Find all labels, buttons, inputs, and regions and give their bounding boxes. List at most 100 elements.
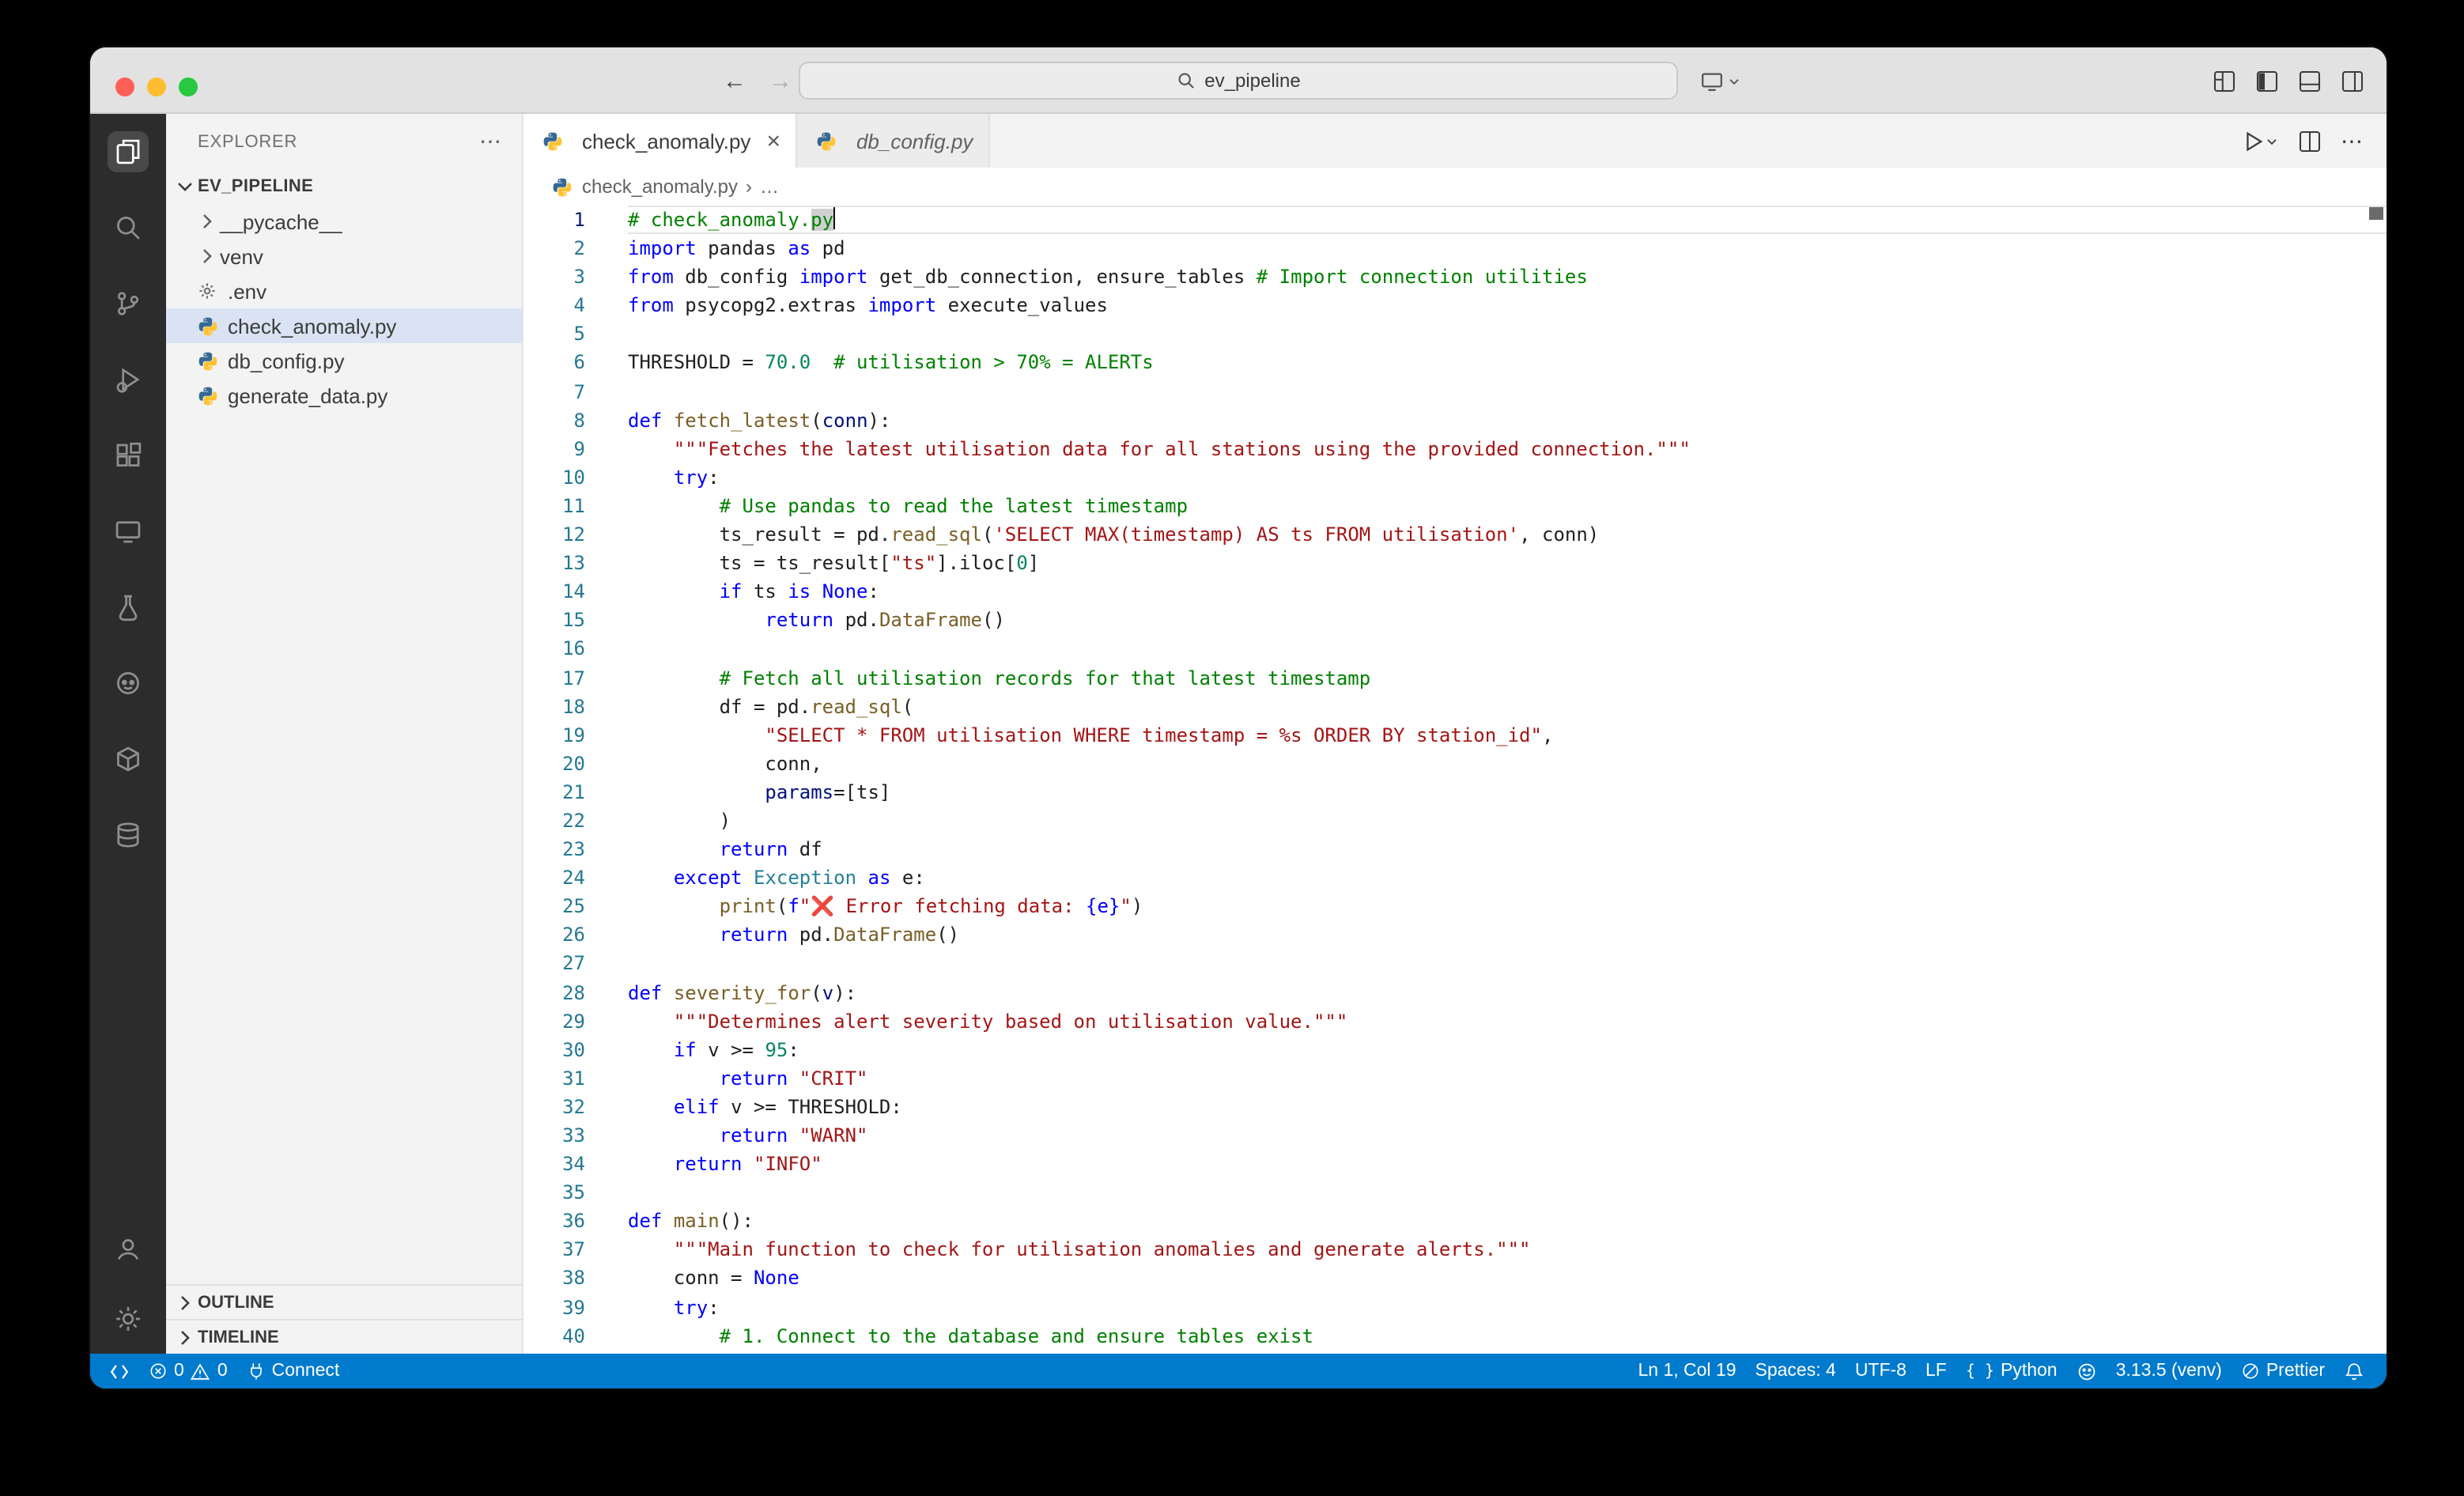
code-line[interactable]: from psycopg2.extras import execute_valu…	[628, 292, 2387, 320]
code-line[interactable]: return df	[628, 835, 2387, 863]
code-line[interactable]: )	[628, 807, 2387, 835]
code-line[interactable]: from db_config import get_db_connection,…	[628, 263, 2387, 291]
code-editor[interactable]: 1 2 3 4 5 6 7 8 9 10 11 12 13 14 15 16 17 18 19 20 21 22 23 24 2…	[523, 206, 2387, 1354]
code-line[interactable]: # Use pandas to read the latest timestam…	[628, 492, 2387, 520]
encoding-setting[interactable]: UTF-8	[1846, 1354, 1916, 1388]
code-line[interactable]: return "WARN"	[628, 1121, 2387, 1150]
code-line[interactable]: # Fetch all utilisation records for that…	[628, 663, 2387, 692]
code-line[interactable]	[628, 377, 2387, 406]
activity-copilot[interactable]	[90, 645, 166, 721]
code-line[interactable]: """Fetches the latest utilisation data f…	[628, 435, 2387, 463]
code-line[interactable]: def main():	[628, 1207, 2387, 1236]
code-line[interactable]: conn,	[628, 750, 2387, 778]
code-line[interactable]	[628, 950, 2387, 978]
code-line[interactable]: try:	[628, 463, 2387, 492]
account-menu[interactable]	[90, 1215, 166, 1284]
minimize-button[interactable]	[147, 77, 166, 96]
code-line[interactable]: "SELECT * FROM utilisation WHERE timesta…	[628, 720, 2387, 749]
code-line[interactable]: THRESHOLD = 70.0 # utilisation > 70% = A…	[628, 349, 2387, 377]
explorer-root-folder[interactable]: EV_PIPELINE	[166, 169, 522, 204]
tree-item--pycache-[interactable]: __pycache__	[166, 204, 522, 239]
tree-item--env[interactable]: .env	[166, 274, 522, 308]
language-mode[interactable]: { } Python	[1956, 1354, 2067, 1388]
code-line[interactable]: def severity_for(v):	[628, 978, 2387, 1007]
cursor-position[interactable]: Ln 1, Col 19	[1628, 1354, 1745, 1388]
toggle-secondary-sidebar-icon[interactable]	[2341, 69, 2364, 93]
remote-window-control[interactable]	[1700, 62, 1741, 100]
eol-setting[interactable]: LF	[1916, 1354, 1956, 1388]
run-python-file-button[interactable]	[2241, 129, 2279, 153]
activity-run-debug[interactable]	[90, 342, 166, 417]
settings-menu[interactable]	[90, 1284, 166, 1354]
activity-testing[interactable]	[90, 569, 166, 645]
tree-item-generate-data-py[interactable]: generate_data.py	[166, 378, 522, 413]
code-token: ].iloc[	[936, 552, 1017, 575]
indentation-setting[interactable]: Spaces: 4	[1746, 1354, 1846, 1388]
formatter-label: Prettier	[2266, 1362, 2325, 1381]
code-line[interactable]: ts = ts_result["ts"].iloc[0]	[628, 549, 2387, 577]
close-button[interactable]	[115, 77, 134, 96]
code-line[interactable]: """Determines alert severity based on ut…	[628, 1007, 2387, 1035]
code-line[interactable]: def fetch_latest(conn):	[628, 406, 2387, 434]
split-editor-icon[interactable]	[2298, 129, 2322, 153]
tree-item-label: db_config.py	[228, 349, 345, 372]
code-line[interactable]: ts_result = pd.read_sql('SELECT MAX(time…	[628, 520, 2387, 549]
customize-layout-icon[interactable]	[2213, 69, 2236, 93]
tree-item-db-config-py[interactable]: db_config.py	[166, 343, 522, 378]
python-interpreter[interactable]: 3.13.5 (venv)	[2107, 1354, 2232, 1388]
toggle-primary-sidebar-icon[interactable]	[2255, 69, 2279, 93]
back-button[interactable]: ←	[723, 67, 746, 94]
code-line[interactable]: # check_anomaly.py	[628, 206, 2387, 234]
code-line[interactable]: return pd.DataFrame()	[628, 921, 2387, 950]
code-line[interactable]: print(f"❌ Error fetching data: {e}")	[628, 893, 2387, 921]
tree-item-check-anomaly-py[interactable]: check_anomaly.py	[166, 308, 522, 343]
breadcrumb[interactable]: check_anomaly.py › …	[523, 168, 2387, 206]
code-line[interactable]: import pandas as pd	[628, 234, 2387, 263]
activity-containers[interactable]	[90, 721, 166, 797]
breadcrumb-file[interactable]: check_anomaly.py	[582, 176, 738, 198]
code-line[interactable]	[628, 320, 2387, 349]
activity-database[interactable]	[90, 797, 166, 873]
code-line[interactable]: # 1. Connect to the database and ensure …	[628, 1321, 2387, 1350]
more-actions-icon[interactable]: ⋯	[2341, 127, 2364, 154]
outline-section[interactable]: OUTLINE	[166, 1284, 522, 1319]
code-line[interactable]: params=[ts]	[628, 778, 2387, 807]
activity-source-control[interactable]	[90, 266, 166, 342]
toggle-panel-icon[interactable]	[2298, 69, 2322, 93]
activity-extensions[interactable]	[90, 417, 166, 493]
code-line[interactable]: df = pd.read_sql(	[628, 692, 2387, 720]
notifications-bell[interactable]	[2334, 1354, 2374, 1388]
connect-button[interactable]: Connect	[237, 1354, 350, 1388]
activity-explorer[interactable]	[90, 114, 166, 190]
close-tab-icon[interactable]: ×	[766, 129, 780, 153]
activity-remote-explorer[interactable]	[90, 493, 166, 569]
code-line[interactable]	[628, 1178, 2387, 1207]
breadcrumb-ellipsis[interactable]: …	[760, 176, 779, 198]
code-line[interactable]: try:	[628, 1293, 2387, 1321]
code-line[interactable]: except Exception as e:	[628, 863, 2387, 892]
code-line[interactable]: if v >= 95:	[628, 1035, 2387, 1063]
code-line[interactable]: if ts is None:	[628, 577, 2387, 606]
code-line[interactable]	[628, 635, 2387, 663]
command-center-search[interactable]: ev_pipeline	[799, 62, 1678, 100]
activity-search[interactable]	[90, 190, 166, 266]
code-line[interactable]: return "CRIT"	[628, 1064, 2387, 1093]
warning-count: 0	[217, 1362, 228, 1381]
tab-check-anomaly[interactable]: check_anomaly.py ×	[523, 114, 798, 168]
code-line[interactable]: elif v >= THRESHOLD:	[628, 1093, 2387, 1121]
problems-indicator[interactable]: 0 0	[139, 1354, 237, 1388]
tree-item-venv[interactable]: venv	[166, 239, 522, 274]
code-line[interactable]: return pd.DataFrame()	[628, 606, 2387, 635]
formatter-status[interactable]: Prettier	[2232, 1354, 2334, 1388]
forward-button[interactable]: →	[769, 67, 792, 94]
tab-db-config[interactable]: db_config.py	[797, 114, 991, 168]
code-line[interactable]: return "INFO"	[628, 1150, 2387, 1178]
code-token: ):	[867, 409, 891, 432]
zoom-button[interactable]	[179, 77, 198, 96]
code-line[interactable]: conn = None	[628, 1264, 2387, 1293]
more-actions-icon[interactable]: ⋯	[479, 128, 503, 155]
code-line[interactable]: """Main function to check for utilisatio…	[628, 1236, 2387, 1264]
timeline-section[interactable]: TIMELINE	[166, 1319, 522, 1354]
feedback-smiley[interactable]	[2067, 1354, 2107, 1388]
remote-indicator[interactable]	[100, 1354, 139, 1388]
